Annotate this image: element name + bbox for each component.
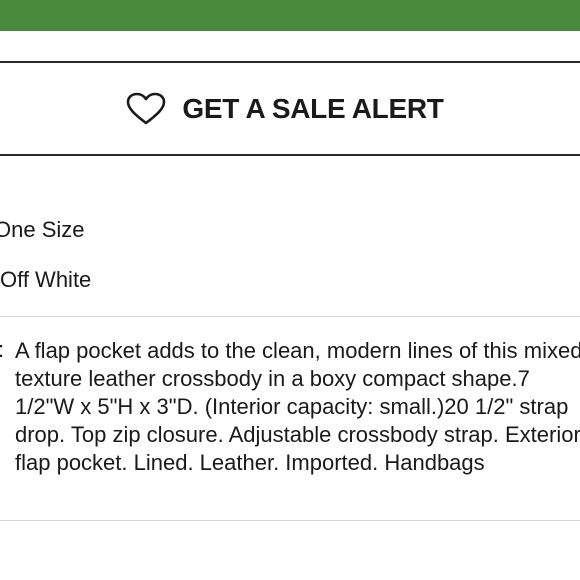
sale-alert-content: GET A SALE ALERT [126, 92, 444, 126]
size-value: One Size [0, 217, 85, 242]
product-details-page: GET A SALE ALERT One Size Off White : A … [0, 0, 580, 580]
description-label-fragment: : [0, 337, 4, 363]
description-text: A flap pocket adds to the clean, modern … [15, 338, 580, 475]
sale-alert-label: GET A SALE ALERT [182, 92, 444, 124]
divider [0, 316, 580, 317]
heart-outline-icon [126, 92, 166, 126]
color-value: Off White [0, 267, 92, 292]
sale-alert-button[interactable]: GET A SALE ALERT [0, 61, 580, 156]
divider [0, 520, 580, 521]
top-green-bar [0, 0, 580, 31]
